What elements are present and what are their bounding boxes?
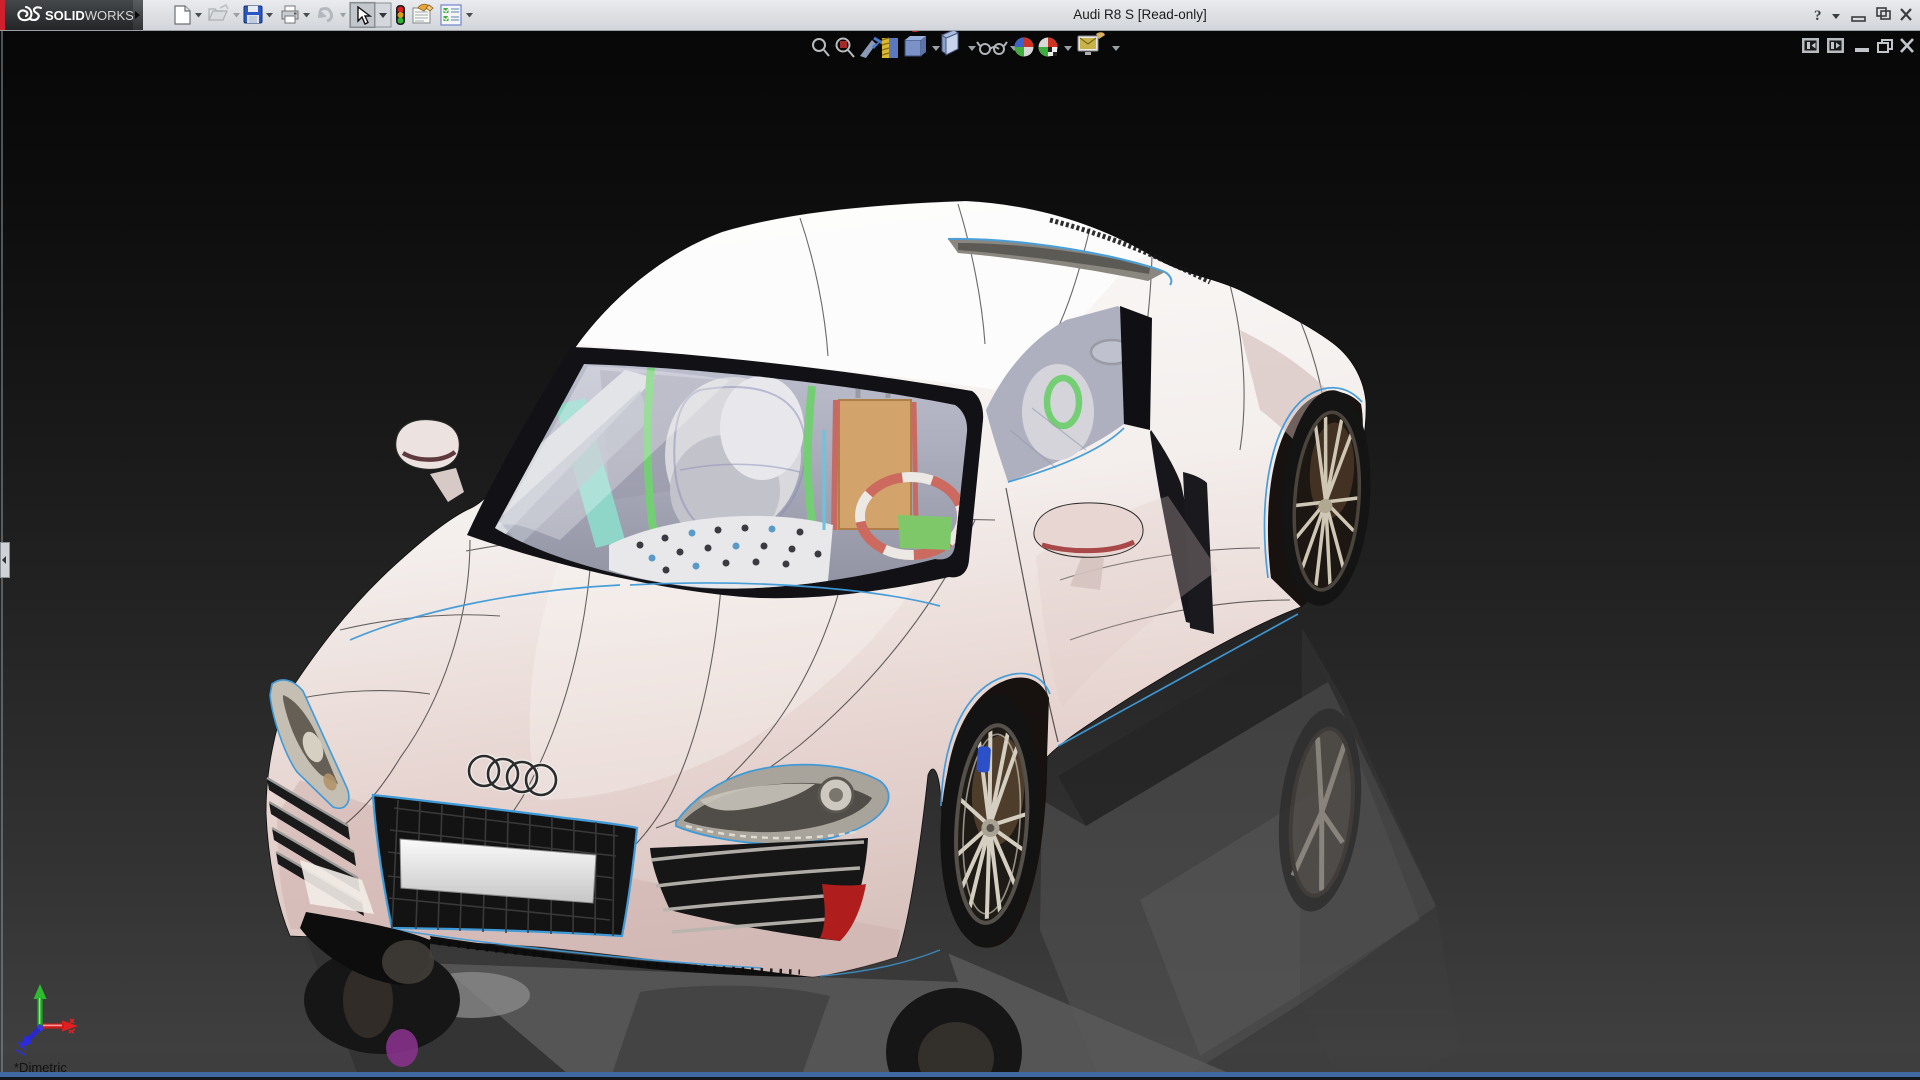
svg-text:?: ?	[1814, 8, 1822, 24]
svg-text:SOLIDWORKS: SOLIDWORKS	[45, 8, 133, 23]
